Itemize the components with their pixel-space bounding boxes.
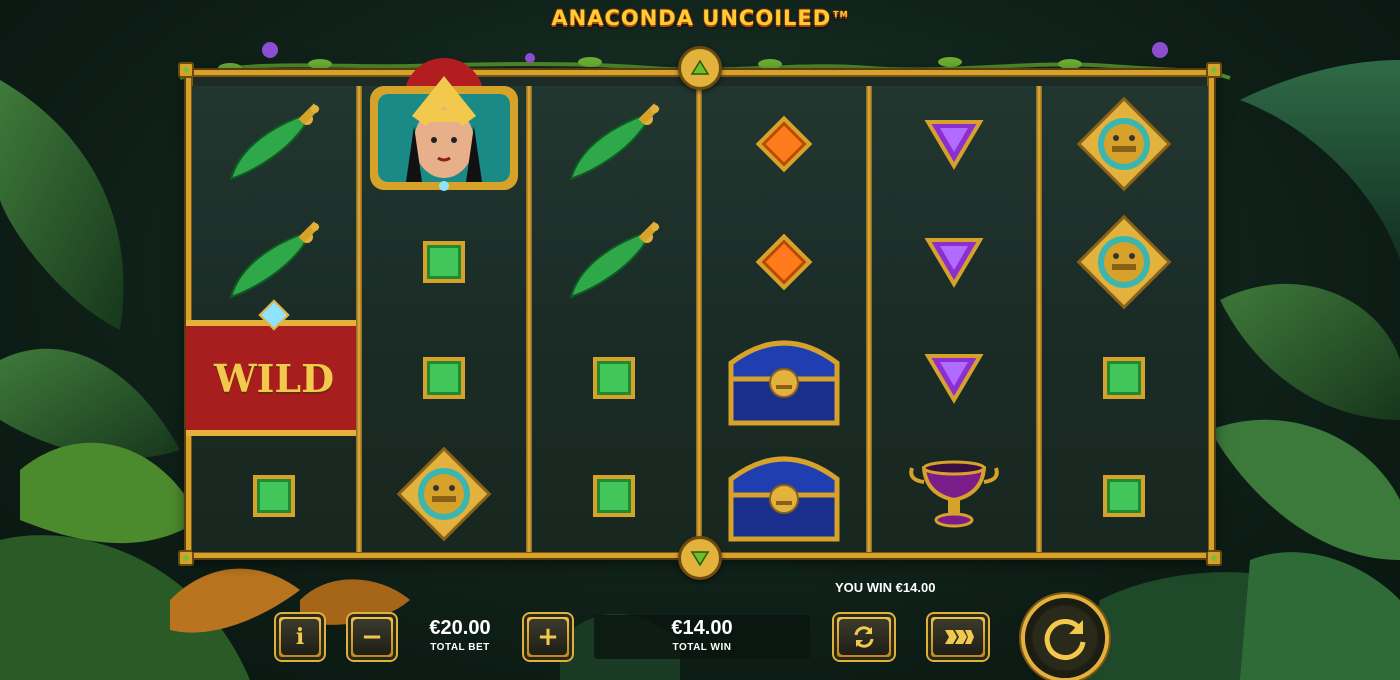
- symbol-green-gem: [532, 438, 696, 554]
- trademark-mark: TM: [833, 10, 849, 19]
- game-title: ANACONDA UNCOILED TM: [0, 6, 1400, 30]
- reel-6: [1042, 86, 1208, 552]
- total-bet-label: TOTAL BET: [430, 642, 490, 653]
- reel-5: [872, 86, 1036, 552]
- scroll-down-button[interactable]: [678, 536, 722, 580]
- reel-4: [702, 86, 866, 552]
- symbol-treasure-chest: [702, 320, 866, 436]
- symbol-green-gem: [1042, 320, 1206, 436]
- symbol-purple-goblet: [872, 436, 1036, 552]
- symbol-orange-gem: [702, 86, 866, 202]
- symbol-gold-medallion: [1042, 86, 1206, 202]
- increase-bet-button[interactable]: +: [524, 614, 572, 660]
- reel-grid: WILD: [186, 58, 1208, 554]
- spin-icon: [1044, 619, 1086, 660]
- symbol-green-gem: [362, 204, 526, 320]
- game-title-text: ANACONDA UNCOILED: [551, 6, 832, 30]
- decrease-bet-button[interactable]: −: [348, 614, 396, 660]
- info-button[interactable]: i: [276, 614, 324, 660]
- symbol-green-gem: [192, 438, 356, 554]
- plus-icon: +: [529, 619, 567, 655]
- wild-label: WILD: [213, 355, 335, 401]
- symbol-green-gem: [532, 320, 696, 436]
- total-bet-value: €20.00: [429, 617, 491, 639]
- reel-2: [362, 58, 526, 552]
- symbol-green-gem: [362, 320, 526, 436]
- symbol-green-dagger: [532, 86, 696, 202]
- triangle-down-icon: [690, 551, 710, 567]
- symbol-gold-medallion: [362, 436, 526, 552]
- total-win-display: €14.00 TOTAL WIN: [594, 617, 810, 653]
- total-win-label: TOTAL WIN: [672, 642, 732, 653]
- symbol-treasure-chest: [702, 436, 866, 552]
- symbol-purple-triangle-gem: [872, 204, 1036, 320]
- symbol-purple-triangle-gem: [872, 320, 1036, 436]
- autoplay-icon: [839, 619, 889, 655]
- symbol-gold-medallion: [1042, 204, 1206, 320]
- symbol-purple-triangle-gem: [872, 86, 1036, 202]
- total-bet-display: €20.00 TOTAL BET: [410, 617, 510, 653]
- symbol-green-gem: [1042, 438, 1206, 554]
- you-win-text: YOU WIN €14.00: [835, 580, 936, 595]
- total-win-value: €14.00: [671, 617, 733, 639]
- symbol-green-dagger: [532, 204, 696, 320]
- frame-bolt: [1206, 550, 1222, 566]
- reel-1: WILD: [186, 86, 362, 554]
- autoplay-button[interactable]: [834, 614, 894, 660]
- symbol-orange-gem: [702, 204, 866, 320]
- frame-bolt: [178, 62, 194, 78]
- triangle-up-icon: [690, 59, 710, 75]
- reel-3: [532, 86, 696, 552]
- symbol-green-dagger: [192, 86, 356, 202]
- frame-bolt: [1206, 62, 1222, 78]
- spin-button[interactable]: [1025, 598, 1105, 678]
- minus-icon: −: [353, 619, 391, 655]
- scroll-up-button[interactable]: [678, 46, 722, 90]
- fast-forward-icon: [933, 619, 983, 655]
- turbo-button[interactable]: [928, 614, 988, 660]
- info-icon: i: [281, 619, 319, 655]
- symbol-wild: WILD: [186, 299, 362, 436]
